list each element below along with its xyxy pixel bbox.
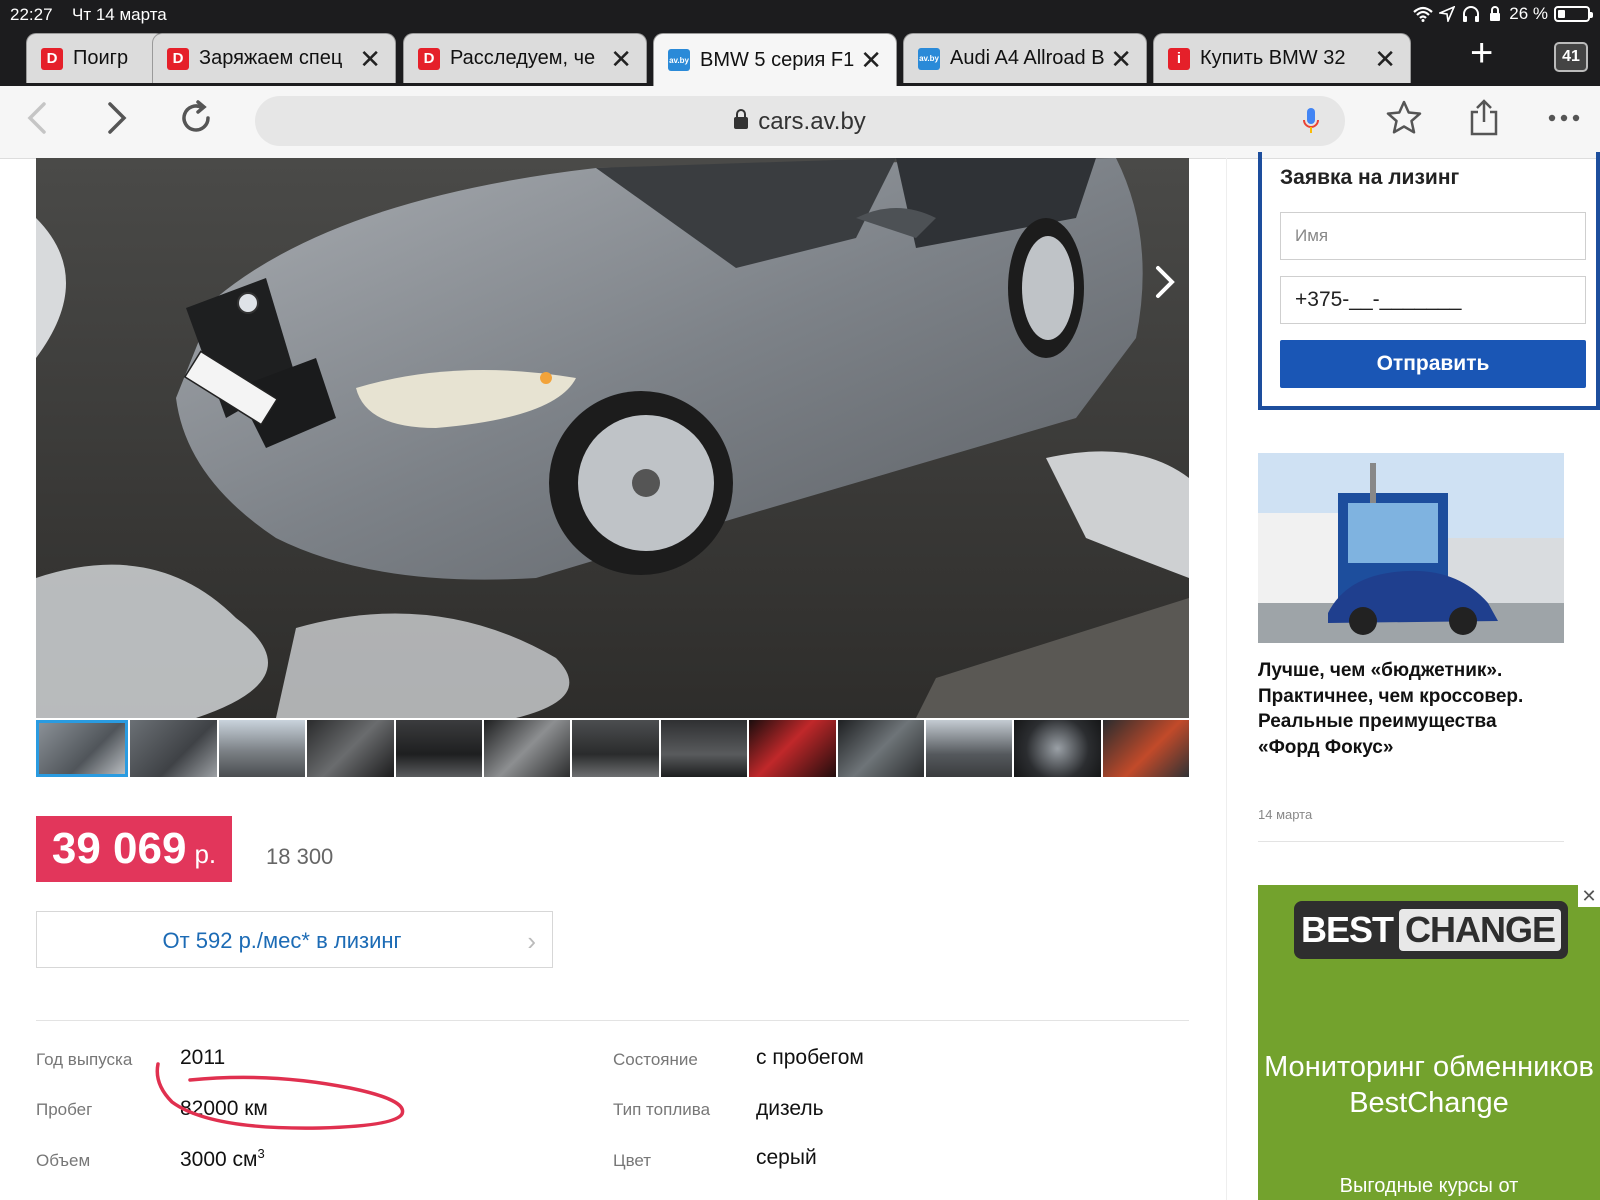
photo-thumbnail[interactable] — [837, 720, 924, 777]
tab-favicon: D — [167, 47, 189, 70]
status-date: Чт 14 марта — [72, 5, 167, 24]
submit-button[interactable]: Отправить — [1280, 340, 1586, 388]
tab-2[interactable]: D Заряжаем спец ✕ — [152, 33, 396, 83]
more-menu-icon[interactable] — [1544, 98, 1584, 138]
chevron-right-icon: › — [527, 926, 536, 956]
tab-6[interactable]: i Купить BMW 32 ✕ — [1153, 33, 1411, 83]
price-usd: 18 300 — [266, 844, 334, 869]
address-bar[interactable]: cars.av.by — [255, 96, 1345, 146]
photo-thumbnails — [36, 720, 1190, 777]
microphone-icon[interactable] — [1301, 106, 1321, 136]
spec-mileage-label: Пробег — [36, 1100, 93, 1119]
spec-condition-value: с пробегом — [756, 1046, 864, 1069]
battery-percent: 26 % — [1509, 4, 1548, 23]
bookmark-star-icon[interactable] — [1384, 98, 1424, 138]
photo-thumbnail[interactable] — [749, 720, 836, 777]
photo-thumbnail[interactable] — [307, 720, 394, 777]
location-icon — [1439, 6, 1456, 22]
name-input[interactable]: Имя — [1280, 212, 1586, 260]
status-indicators: 26 % — [1413, 4, 1593, 24]
tab-favicon: av.by — [918, 47, 940, 70]
price-value: 39 069 — [51, 824, 187, 873]
photo-thumbnail[interactable] — [483, 720, 571, 777]
photo-thumbnail[interactable] — [1102, 720, 1190, 777]
photo-thumbnail[interactable] — [395, 720, 482, 777]
reload-icon[interactable] — [176, 98, 216, 138]
photo-thumbnail[interactable] — [1014, 720, 1101, 777]
news-date: 14 марта — [1258, 807, 1313, 822]
tab-favicon: i — [1168, 47, 1190, 70]
bestchange-ad[interactable]: BEST CHANGE Мониторинг обменников BestCha… — [1258, 885, 1600, 1200]
tab-1[interactable]: D Поигр — [26, 33, 166, 83]
mileage-annotation-circle — [155, 1062, 405, 1130]
spec-year-label: Год выпуска — [36, 1050, 133, 1069]
news-title[interactable]: Лучше, чем «бюджетник». Практичнее, чем … — [1258, 658, 1558, 760]
sidebar-divider — [1226, 158, 1227, 1200]
spec-color-label: Цвет — [613, 1151, 652, 1170]
tab-favicon: D — [41, 47, 63, 70]
price-badge: 39 069 р. — [36, 816, 232, 882]
wifi-icon — [1413, 6, 1433, 22]
next-photo-icon[interactable] — [1150, 262, 1180, 302]
headphones-icon — [1463, 6, 1480, 22]
tab-title: Расследуем, че — [450, 47, 596, 69]
browser-toolbar: cars.av.by — [0, 86, 1600, 159]
close-ad-icon[interactable]: ✕ — [1578, 885, 1600, 907]
lock-rotation-icon — [1490, 6, 1501, 21]
new-tab-icon[interactable]: + — [1470, 33, 1493, 73]
spec-fuel-value: дизель — [756, 1097, 824, 1120]
photo-thumbnail[interactable] — [130, 720, 217, 777]
leasing-label: От 592 р./мес* в лизинг — [162, 928, 402, 953]
status-time: 22:27 — [10, 5, 53, 24]
lease-form-title: Заявка на лизинг — [1280, 166, 1460, 189]
car-main-photo[interactable] — [36, 158, 1189, 718]
close-tab-icon[interactable]: ✕ — [1374, 46, 1396, 72]
tab-favicon: av.by — [668, 49, 690, 71]
news-image[interactable] — [1258, 453, 1564, 643]
photo-thumbnail[interactable] — [572, 720, 659, 777]
news-photo-illustration — [1258, 453, 1564, 643]
lock-icon — [734, 108, 749, 129]
photo-thumbnail[interactable] — [660, 720, 748, 777]
tab-strip: D Поигр D Заряжаем спец ✕ D Расследуем, … — [0, 30, 1600, 86]
spec-fuel-label: Тип топлива — [613, 1100, 711, 1119]
phone-input[interactable]: +375-__-_______ — [1280, 276, 1586, 324]
car-photo-illustration — [36, 158, 1189, 718]
tab-5[interactable]: av.by Audi A4 Allroad B ✕ — [903, 33, 1147, 83]
close-tab-icon[interactable]: ✕ — [1110, 46, 1132, 72]
ad-text: Мониторинг обменников BestChange — [1264, 1051, 1594, 1119]
ad-subtext: Выгодные курсы от — [1339, 1175, 1519, 1197]
tab-title: BMW 5 серия F1 — [700, 48, 855, 71]
leasing-button[interactable]: От 592 р./мес* в лизинг › — [36, 911, 553, 968]
tab-title: Audi A4 Allroad B — [950, 47, 1105, 69]
photo-thumbnail[interactable] — [925, 720, 1013, 777]
battery-icon — [1554, 6, 1593, 22]
close-tab-icon[interactable]: ✕ — [860, 47, 882, 73]
price-currency: р. — [194, 839, 217, 869]
forward-icon[interactable] — [96, 98, 136, 138]
back-icon[interactable] — [20, 98, 60, 138]
leasing-request-form: Заявка на лизинг Имя +375-__-_______ Отп… — [1258, 152, 1600, 410]
spec-volume-label: Объем — [36, 1151, 91, 1170]
news-divider — [1258, 841, 1564, 842]
spec-color-value: серый — [756, 1146, 817, 1169]
status-bar: 22:27 Чт 14 марта 26 % — [0, 0, 1600, 30]
close-tab-icon[interactable]: ✕ — [610, 46, 632, 72]
photo-thumbnail[interactable] — [218, 720, 306, 777]
url-text: cars.av.by — [255, 108, 1345, 136]
tab-title: Заряжаем спец — [199, 47, 343, 69]
tab-favicon: D — [418, 47, 440, 70]
tab-4-active[interactable]: av.by BMW 5 серия F1 ✕ — [653, 33, 897, 86]
spec-condition-label: Состояние — [613, 1050, 698, 1069]
bestchange-logo: BEST CHANGE — [1294, 901, 1568, 959]
tab-count-button[interactable]: 41 — [1554, 42, 1588, 72]
share-icon[interactable] — [1464, 98, 1504, 138]
spec-volume-value: 3000 см3 — [180, 1146, 265, 1171]
tab-3[interactable]: D Расследуем, че ✕ — [403, 33, 647, 83]
close-tab-icon[interactable]: ✕ — [359, 46, 381, 72]
specs-divider — [36, 1020, 1189, 1021]
photo-thumbnail[interactable] — [36, 720, 129, 777]
tab-title: Купить BMW 32 — [1200, 47, 1346, 69]
